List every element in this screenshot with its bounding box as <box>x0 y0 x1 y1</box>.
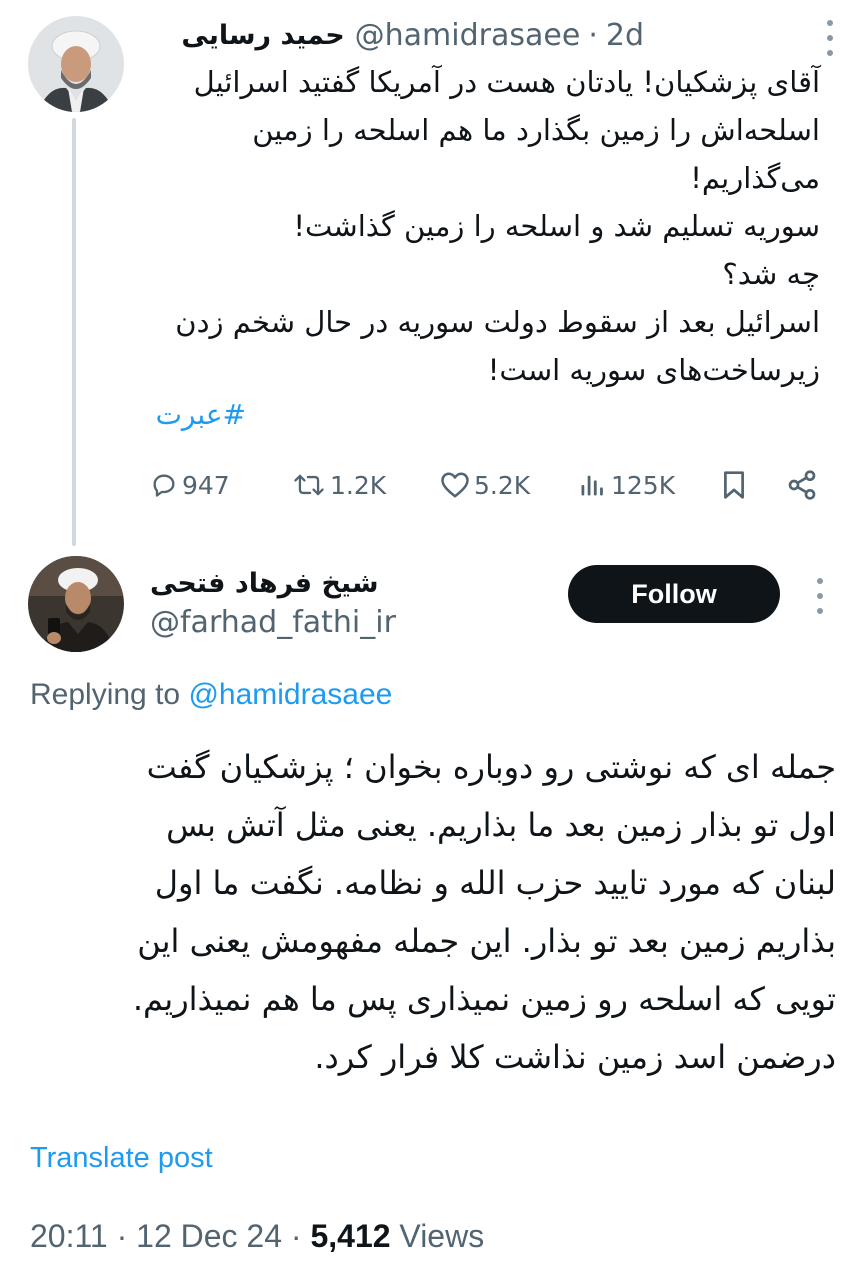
repost-count: 1.2K <box>330 470 387 500</box>
thread-connector-line <box>72 118 76 546</box>
follow-button[interactable]: Follow <box>568 565 780 623</box>
tweet-body: آقای پزشکیان! یادتان هست در آمریکا گفتید… <box>175 65 820 387</box>
repost-icon <box>294 474 324 496</box>
views-number: 5,412 <box>310 1218 391 1254</box>
avatar-hamidrasaee[interactable] <box>28 16 124 112</box>
like-count: 5.2K <box>474 470 531 500</box>
reply-count: 947 <box>182 470 230 500</box>
replying-to: Replying to @hamidrasaee <box>30 678 392 712</box>
avatar-farhad-fathi[interactable] <box>28 556 124 652</box>
views-bar-icon <box>581 475 603 496</box>
header-separator: · <box>588 18 598 53</box>
like-action[interactable]: 5.2K <box>440 465 530 505</box>
replying-handle-link[interactable]: @hamidrasaee <box>188 678 392 711</box>
more-dots-icon[interactable] <box>814 578 826 614</box>
reply-author-handle[interactable]: @farhad_fathi_ir <box>150 605 396 640</box>
reply-action[interactable]: 947 <box>150 465 230 505</box>
heart-icon <box>441 472 469 498</box>
repost-action[interactable]: 1.2K <box>292 465 386 505</box>
bookmark-icon[interactable] <box>720 465 748 505</box>
author-name[interactable]: حمید رسایی <box>181 20 344 51</box>
replying-prefix: Replying to <box>30 678 181 711</box>
reply-body: جمله ای که نوشتی رو دوباره بخوان ؛ پزشکی… <box>132 748 836 1076</box>
reply-author-name[interactable]: شیخ فرهاد فتحی <box>150 568 390 599</box>
tweet-header: حمید رسایی @hamidrasaee · 2d <box>181 18 644 53</box>
share-icon[interactable] <box>786 465 818 505</box>
more-dots-icon[interactable] <box>824 20 836 56</box>
tweet-time[interactable]: 2d <box>606 18 644 53</box>
reply-bubble-icon <box>153 474 175 497</box>
views-count: 125K <box>611 470 676 500</box>
post-meta: 20:11 · 12 Dec 24 · 5,412 Views <box>30 1218 484 1255</box>
views-label: Views <box>399 1218 485 1254</box>
meta-separator: · <box>290 1218 302 1254</box>
translate-post-link[interactable]: Translate post <box>30 1142 213 1175</box>
hashtag-link[interactable]: #عبرت <box>156 398 246 431</box>
views-action[interactable]: 125K <box>577 465 675 505</box>
author-handle[interactable]: @hamidrasaee <box>355 18 581 53</box>
post-timestamp[interactable]: 20:11 · 12 Dec 24 <box>30 1218 282 1254</box>
